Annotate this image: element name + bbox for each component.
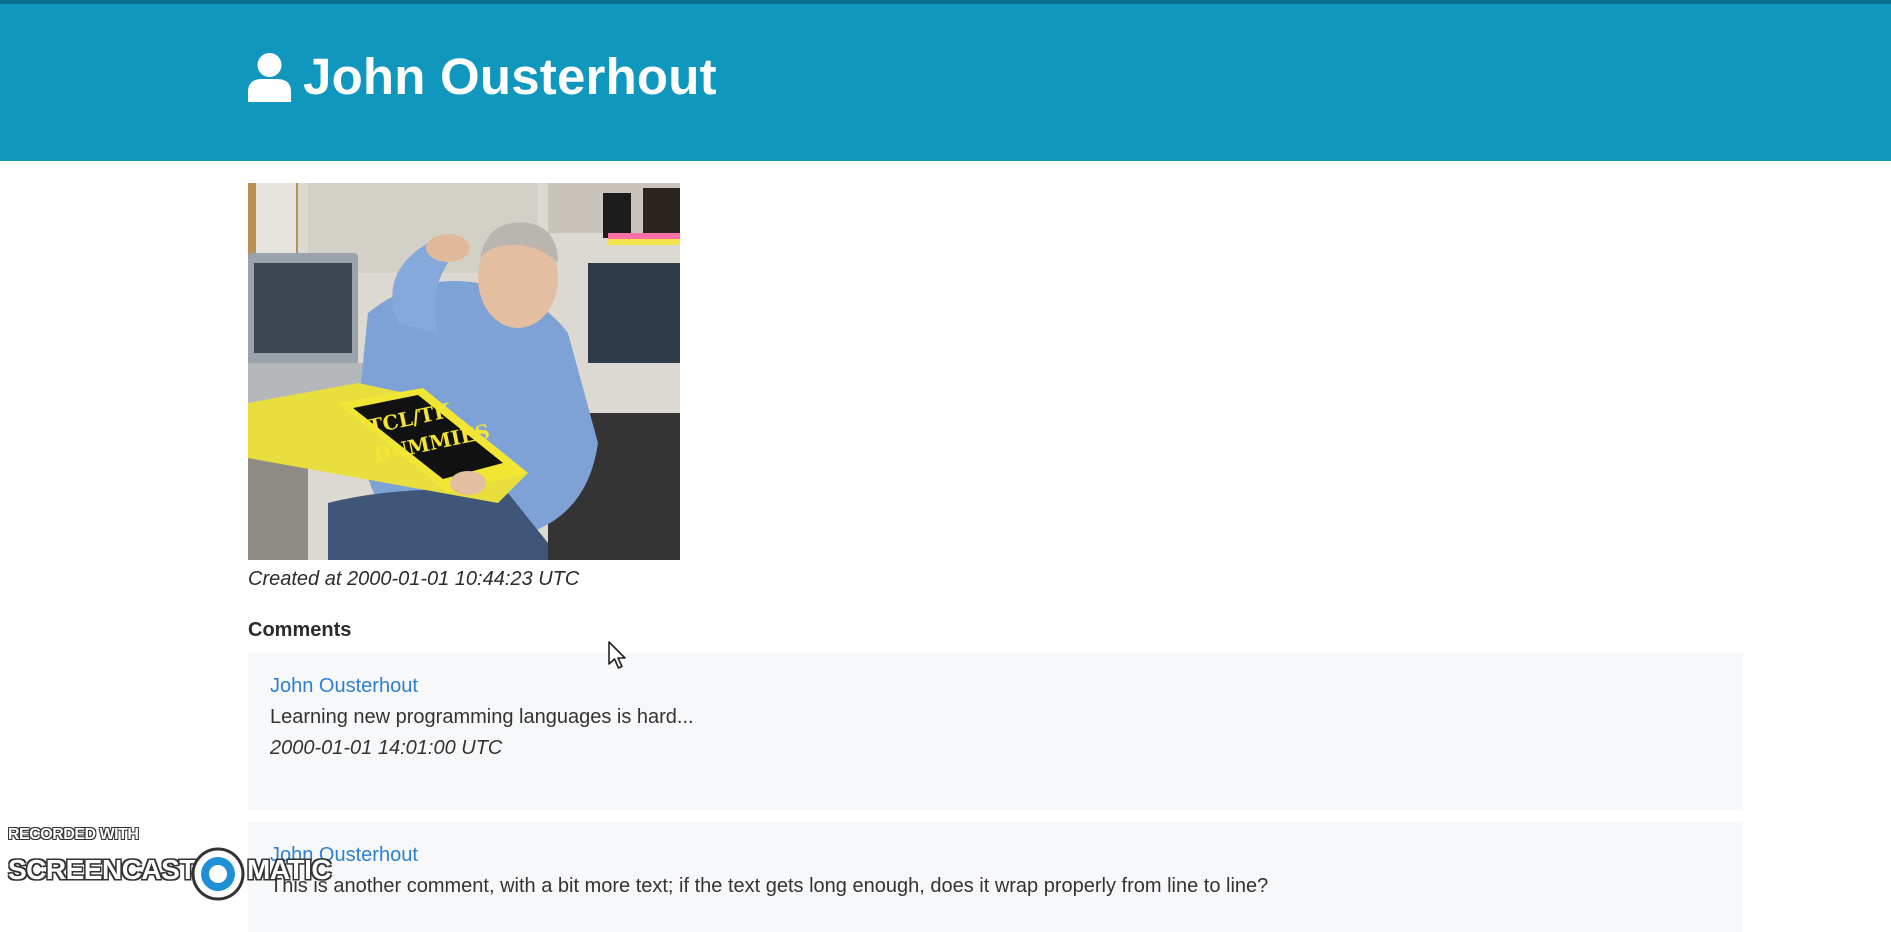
page-header: John Ousterhout [0,4,1891,161]
watermark-matic: MATIC [247,854,332,885]
header-title-group: John Ousterhout [248,42,717,112]
comment-author-link[interactable]: John Ousterhout [270,671,1721,702]
mouse-cursor-icon [608,641,626,669]
comments-heading: Comments [248,619,352,641]
post-photo: TCL/TK DUMMIES [248,183,680,560]
created-timestamp: Created at 2000-01-01 10:44:23 UTC [248,568,580,590]
page-title: John Ousterhout [303,48,717,105]
photo-illustration: TCL/TK DUMMIES [248,183,680,560]
comment-text: Learning new programming languages is ha… [270,706,694,728]
user-icon [248,53,291,102]
comment-card: John Ousterhout This is another comment,… [248,822,1743,932]
comment-card: John Ousterhout Learning new programming… [248,653,1743,810]
screencast-watermark: RECORDED WITH SCREENCAST MATIC [6,824,346,904]
screencast-logo-icon [191,847,245,901]
watermark-screencast: SCREENCAST [8,854,196,885]
comment-timestamp: 2000-01-01 14:01:00 UTC [270,737,503,759]
watermark-recorded-with: RECORDED WITH [8,826,139,843]
comment-text: This is another comment, with a bit more… [270,875,1269,897]
comment-author-link[interactable]: John Ousterhout [270,840,1721,871]
